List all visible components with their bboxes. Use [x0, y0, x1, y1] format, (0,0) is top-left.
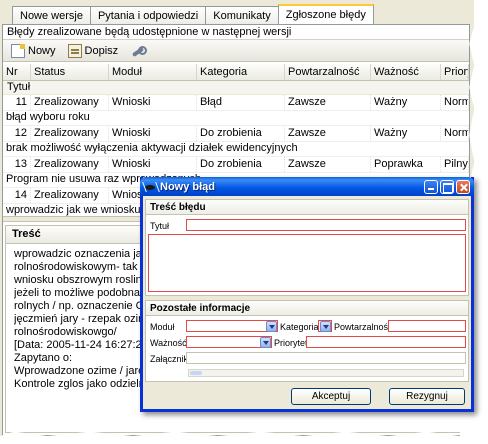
column-header-waznosc[interactable]: Ważność [371, 64, 441, 80]
column-header-priorytet[interactable]: Priory [441, 64, 469, 80]
cell-powtarzalnosc: Zawsze [285, 157, 371, 172]
cell-status: Zrealizowany [31, 157, 109, 172]
row-title[interactable]: błąd wyboru roku [3, 111, 469, 126]
close-button[interactable] [456, 179, 470, 194]
info-bar: Błędy zrealizowane będą udostępnione w n… [3, 25, 469, 40]
waznosc-label: Ważność [150, 338, 187, 348]
cell-waznosc: Poprawka [371, 157, 441, 172]
accept-button[interactable]: Akceptuj [291, 388, 371, 405]
chevron-down-icon[interactable] [260, 337, 271, 348]
edit-note-icon [67, 43, 82, 58]
tab-pytania[interactable]: Pytania i odpowiedzi [89, 6, 207, 26]
priorytet-select[interactable] [306, 336, 466, 348]
tytul-label: Tytuł [150, 221, 170, 231]
cell-waznosc: Ważny [371, 126, 441, 141]
cell-kategoria: Błąd [197, 95, 285, 110]
cell-kategoria: Do zrobienia [197, 126, 285, 141]
cell-powtarzalnosc: Zawsze [285, 95, 371, 110]
cell-nr: 12 [3, 126, 31, 141]
table-row[interactable]: 11 Zrealizowany Wnioski Błąd Zawsze Ważn… [3, 95, 469, 111]
row-title[interactable]: brak możliwość wyłączenia aktywacji dzia… [3, 142, 469, 157]
column-header-kategoria[interactable]: Kategoria [197, 64, 285, 80]
other-info-title: Pozostałe informacje [146, 301, 468, 316]
cell-status: Zrealizowany [31, 126, 109, 141]
add-button-label: Dopisz [84, 44, 119, 57]
cell-nr: 14 [3, 188, 31, 203]
tresc-textarea[interactable] [148, 234, 466, 292]
cell-modul: Wnioski [109, 126, 197, 141]
cell-waznosc: Ważny [371, 95, 441, 110]
tab-komunikaty[interactable]: Komunikaty [205, 6, 279, 26]
modul-label: Moduł [150, 322, 175, 332]
cancel-button[interactable]: Rezygnuj [389, 388, 465, 405]
horizontal-scrollbar[interactable] [188, 369, 464, 377]
cell-priorytet: Pilny [441, 157, 469, 172]
tab-zgloszone-bledy[interactable]: Zgłoszone błędy [277, 4, 374, 26]
priorytet-label: Priorytet [274, 338, 308, 348]
cell-nr: 13 [3, 157, 31, 172]
cell-modul: Wnioski [109, 95, 197, 110]
toolbar: Nowy Dopisz [3, 40, 469, 62]
column-header-modul[interactable]: Moduł [109, 64, 197, 80]
zalacznik-input[interactable] [186, 352, 466, 364]
new-button[interactable]: Nowy [7, 43, 60, 59]
bug-content-section: Treść błędu Tytuł [145, 199, 469, 296]
modul-select[interactable] [186, 320, 278, 332]
tools-button[interactable] [126, 43, 150, 59]
new-button-label: Nowy [28, 44, 56, 57]
cell-kategoria: Do zrobienia [197, 157, 285, 172]
chevron-down-icon[interactable] [266, 321, 277, 332]
maximize-button[interactable] [440, 179, 454, 194]
table-row[interactable]: 12 Zrealizowany Wnioski Do zrobienia Zaw… [3, 126, 469, 142]
new-bug-dialog: Nowy błąd Treść błędu Tytuł Pozostałe in… [140, 177, 474, 412]
tab-nowe-wersje[interactable]: Nowe wersje [12, 6, 91, 26]
powtarzalnosc-label: Powtarzalność [334, 322, 393, 332]
column-header-status[interactable]: Status [31, 64, 109, 80]
grid-subheader-tytul: Tytuł [3, 81, 469, 95]
zalacznik-label: Załącznik [150, 354, 189, 364]
chevron-down-icon[interactable] [320, 321, 331, 332]
add-button[interactable]: Dopisz [64, 43, 123, 59]
cell-status: Zrealizowany [31, 188, 109, 203]
dialog-title: Nowy błąd [160, 180, 216, 193]
minimize-button[interactable] [424, 179, 438, 194]
powtarzalnosc-select[interactable] [388, 320, 466, 332]
table-row[interactable]: 13 Zrealizowany Wnioski Do zrobienia Zaw… [3, 157, 469, 173]
cell-priorytet: Norm [441, 95, 469, 110]
cell-powtarzalnosc: Zawsze [285, 126, 371, 141]
kategoria-label: Kategoria [280, 322, 319, 332]
cell-status: Zrealizowany [31, 95, 109, 110]
other-info-section: Pozostałe informacje Moduł Kategoria Pow… [145, 300, 469, 382]
tytul-input[interactable] [186, 219, 466, 231]
tab-strip: Nowe wersje Pytania i odpowiedzi Komunik… [12, 4, 374, 26]
column-header-nr[interactable]: Nr [3, 64, 31, 80]
dialog-titlebar[interactable]: Nowy błąd [140, 177, 474, 196]
column-header-powtarzalnosc[interactable]: Powtarzalność [285, 64, 371, 80]
cell-nr: 11 [3, 95, 31, 110]
new-document-icon [11, 43, 25, 58]
wrench-icon [130, 44, 148, 58]
cell-modul: Wnioski [109, 157, 197, 172]
bug-content-title: Treść błędu [146, 200, 468, 215]
cell-priorytet: Norm [441, 126, 469, 141]
grid-header: Nr Status Moduł Kategoria Powtarzalność … [3, 64, 469, 81]
bug-icon [144, 181, 156, 193]
dialog-body: Treść błędu Tytuł Pozostałe informacje M… [143, 196, 471, 409]
